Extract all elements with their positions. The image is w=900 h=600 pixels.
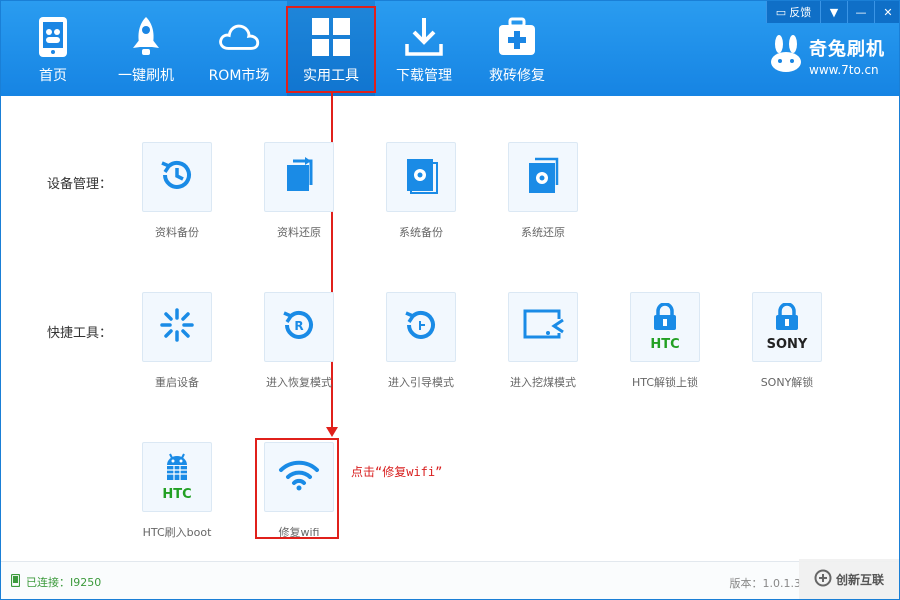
tool-tile — [142, 292, 212, 362]
nav-one-click-flash-label: 一键刷机 — [118, 68, 174, 84]
status-bar: 已连接：I9250 版本：1.0.1.3 — [1, 561, 899, 599]
tool-tile — [142, 142, 212, 212]
tool-tile: HTC — [630, 292, 700, 362]
nav-rom-market-label: ROM市场 — [208, 68, 270, 84]
htc-badge: HTC — [162, 487, 192, 502]
bootloader-refresh-icon — [401, 305, 441, 349]
brand-name: 奇兔刷机 — [809, 39, 885, 60]
connection-status-text: 已连接：I9250 — [26, 576, 102, 589]
tool-system-restore[interactable]: 系统还原 — [493, 142, 593, 240]
tool-label: 系统备份 — [399, 226, 443, 239]
cloud-icon — [217, 15, 261, 59]
feedback-icon: ▭ — [775, 5, 787, 19]
nav-brick-repair[interactable]: 救砖修复 — [482, 1, 552, 96]
watermark: 创新互联 — [799, 559, 899, 599]
tool-tile — [386, 142, 456, 212]
tool-label: HTC解锁上锁 — [631, 376, 699, 389]
system-gear-backup-icon — [401, 155, 441, 199]
annotation-text: 点击“修复wifi” — [351, 465, 443, 479]
tool-recovery-mode[interactable]: R 进入恢复模式 — [249, 292, 349, 390]
close-button[interactable]: ✕ — [874, 1, 899, 23]
menu-dropdown-button[interactable]: ▼ — [820, 1, 847, 23]
nav-download-manager[interactable]: 下载管理 — [389, 1, 459, 96]
medkit-icon — [495, 15, 539, 59]
chevron-down-icon: ▼ — [829, 5, 839, 19]
htc-badge: HTC — [650, 336, 680, 352]
annotation-arrowhead — [326, 427, 338, 437]
app-window: 首页 一键刷机 ROM市场 实用工具 下载管理 救砖修复 ▭ 反馈 ▼ — ✕ … — [0, 0, 900, 600]
recovery-badge: R — [294, 319, 303, 333]
system-gear-restore-icon — [523, 155, 563, 199]
version-text: 版本：1.0.1.3 — [729, 577, 801, 590]
screen-arrow-icon — [521, 307, 565, 347]
connection-status: 已连接：I9250 — [10, 573, 102, 590]
phone-connected-icon — [10, 573, 21, 590]
sony-badge: SONY — [766, 336, 808, 352]
document-restore-icon — [279, 155, 319, 199]
tool-label: HTC刷入boot — [142, 526, 212, 539]
phone-icon — [31, 15, 75, 59]
nav-download-manager-label: 下载管理 — [396, 68, 452, 84]
tool-system-backup[interactable]: 系统备份 — [371, 142, 471, 240]
lock-icon — [774, 301, 800, 335]
rabbit-logo-icon — [769, 35, 803, 77]
tool-label: 进入挖煤模式 — [510, 376, 576, 389]
tool-htc-flash-boot[interactable]: HTC HTC刷入boot — [127, 442, 227, 540]
wifi-highlight-box — [255, 438, 339, 539]
section-device-management: 设备管理： — [47, 177, 113, 192]
download-icon — [402, 15, 446, 59]
nav-one-click-flash[interactable]: 一键刷机 — [111, 1, 181, 96]
nav-brick-repair-label: 救砖修复 — [489, 68, 545, 84]
window-controls: ▭ 反馈 ▼ — ✕ — [766, 1, 899, 23]
nav-highlight-box — [286, 6, 376, 93]
tool-tile — [508, 142, 578, 212]
tool-bootloader-mode[interactable]: 进入引导模式 — [371, 292, 471, 390]
tool-tile: SONY — [752, 292, 822, 362]
lock-icon — [652, 301, 678, 335]
brand-logo: 奇兔刷机 www.7to.cn — [769, 35, 885, 77]
tool-data-backup[interactable]: 资料备份 — [127, 142, 227, 240]
rocket-icon — [124, 15, 168, 59]
feedback-button[interactable]: ▭ 反馈 — [766, 1, 820, 23]
nav-home[interactable]: 首页 — [23, 1, 83, 96]
tool-data-restore[interactable]: 资料还原 — [249, 142, 349, 240]
tool-tile — [508, 292, 578, 362]
tool-htc-unlock-lock[interactable]: HTC HTC解锁上锁 — [615, 292, 715, 390]
section-quick-tools: 快捷工具： — [47, 326, 113, 341]
nav-home-label: 首页 — [39, 68, 67, 84]
tool-label: 进入恢复模式 — [266, 376, 332, 389]
tool-tile — [386, 292, 456, 362]
tool-tile: HTC — [142, 442, 212, 512]
minimize-icon: — — [855, 5, 867, 19]
android-icon — [161, 452, 193, 486]
tool-label: 资料备份 — [155, 226, 199, 239]
recovery-refresh-icon: R — [279, 305, 319, 349]
close-icon: ✕ — [883, 5, 893, 19]
tool-label: SONY解锁 — [760, 376, 814, 389]
tool-label: 进入引导模式 — [388, 376, 454, 389]
tool-sony-unlock[interactable]: SONY SONY解锁 — [737, 292, 837, 390]
history-backup-icon — [157, 155, 197, 199]
tool-reboot-device[interactable]: 重启设备 — [127, 292, 227, 390]
tool-download-mode[interactable]: 进入挖煤模式 — [493, 292, 593, 390]
watermark-text: 创新互联 — [835, 572, 884, 587]
nav-rom-market[interactable]: ROM市场 — [199, 1, 279, 96]
tool-tile — [264, 142, 334, 212]
tool-label: 重启设备 — [155, 376, 199, 389]
tool-label: 资料还原 — [277, 226, 321, 239]
loading-spinner-icon — [157, 305, 197, 349]
feedback-label: 反馈 — [789, 6, 812, 19]
tool-tile: R — [264, 292, 334, 362]
brand-url: www.7to.cn — [809, 63, 879, 77]
watermark-logo-icon — [814, 569, 832, 590]
top-navigation-bar: 首页 一键刷机 ROM市场 实用工具 下载管理 救砖修复 ▭ 反馈 ▼ — ✕ … — [1, 1, 899, 96]
minimize-button[interactable]: — — [847, 1, 874, 23]
tool-label: 系统还原 — [521, 226, 565, 239]
